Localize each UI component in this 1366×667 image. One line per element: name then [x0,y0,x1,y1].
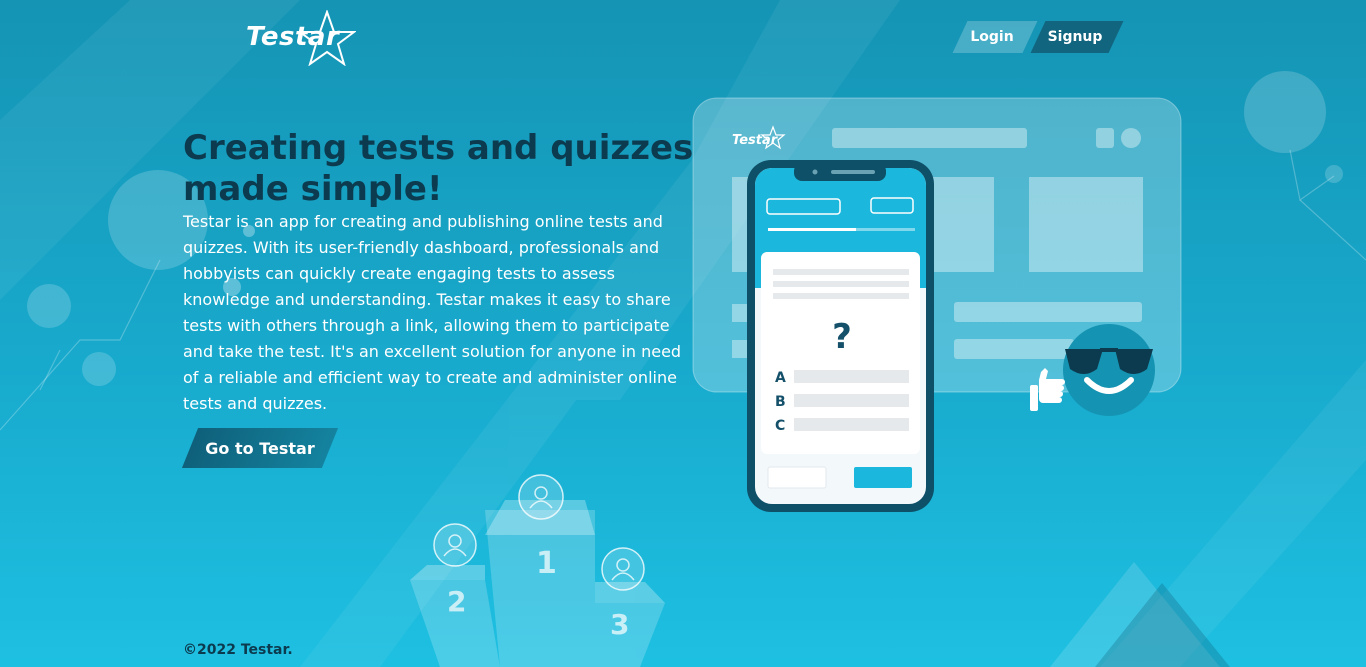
dashboard-illustration: Testar ? A B C [692,97,1182,512]
signup-button-label: Signup [1047,29,1103,45]
podium-place-3: 3 [610,608,629,641]
mockup-brand: Testar [732,133,779,148]
login-button[interactable]: Login [952,21,1038,53]
copyright: ©2022 Testar. [183,642,293,658]
logo[interactable]: Testar [246,10,358,66]
podium-place-1: 1 [536,546,557,581]
hero-description: Testar is an app for creating and publis… [183,212,682,413]
podium-place-2: 2 [447,585,466,618]
go-to-testar-button[interactable]: Go to Testar [181,428,339,468]
login-button-label: Login [970,29,1014,45]
hero-title: Creating tests and quizzes made simple! [183,128,694,209]
option-b: B [775,394,786,410]
signup-button[interactable]: Signup [1030,21,1124,53]
option-c: C [775,418,785,434]
podium-illustration: 1 2 3 [410,474,665,667]
option-a: A [775,370,786,386]
star-icon [298,10,356,66]
go-to-testar-label: Go to Testar [205,438,315,458]
top-nav: Login Signup [952,21,1124,53]
smiley-sunglasses-icon [1063,324,1155,416]
question-mark: ? [832,317,852,357]
